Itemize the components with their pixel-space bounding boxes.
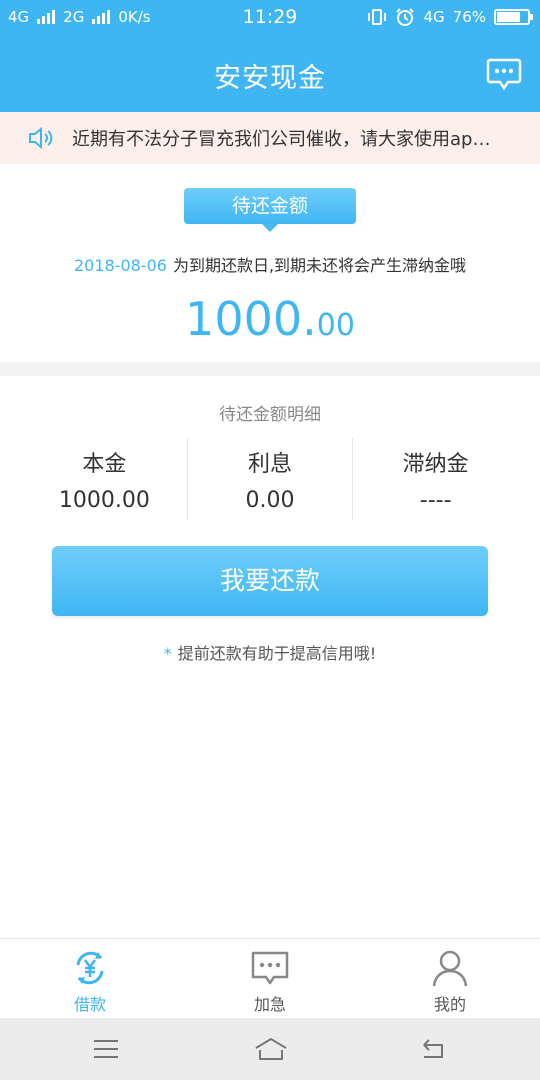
app-header: 安安现金 (0, 36, 540, 112)
due-line: 2018-08-06 为到期还款日,到期未还将会产生滞纳金哦 (0, 252, 540, 276)
detail-card: 待还金额明细 本金 1000.00 利息 0.00 滞纳金 ---- 我要还款 … (0, 376, 540, 938)
bottom-tab-bar: 借款 加急 我的 (0, 938, 540, 1018)
back-icon[interactable] (420, 1036, 448, 1062)
speaker-icon (29, 126, 53, 150)
repay-button[interactable]: 我要还款 (52, 546, 488, 616)
tab-mine[interactable]: 我的 (360, 939, 540, 1018)
loan-yen-icon (76, 951, 104, 985)
vibrate-icon (368, 9, 387, 25)
message-icon[interactable] (486, 56, 522, 92)
interest-value: 0.00 (245, 488, 295, 513)
tab-mine-label: 我的 (433, 995, 466, 1014)
due-date: 2018-08-06 (73, 256, 167, 275)
late-fee-value: ---- (419, 488, 452, 513)
battery-percent: 76% (452, 8, 486, 26)
due-amount: 1000.00 (0, 292, 540, 346)
network-label-3: 4G (423, 8, 445, 26)
repay-tip: * 提前还款有助于提高信用哦! (0, 640, 540, 664)
late-fee-label: 滞纳金 (402, 452, 469, 477)
person-icon (432, 950, 468, 987)
battery-fill (497, 12, 520, 22)
chat-bubble-icon (251, 951, 289, 985)
status-bar: 4G 2G 0K/s 11:29 4G 76% (0, 0, 540, 36)
interest-label: 利息 (248, 452, 293, 477)
tip-star: * (163, 644, 172, 663)
alarm-icon (396, 8, 415, 26)
interest-column: 利息 0.00 (186, 438, 353, 520)
amount-integer: 1000. (185, 292, 317, 346)
tip-text: 提前还款有助于提高信用哦! (177, 644, 377, 663)
detail-title: 待还金额明细 (219, 405, 321, 425)
menu-icon[interactable] (92, 1036, 120, 1062)
tab-loan[interactable]: 借款 (0, 939, 180, 1018)
due-message: 为到期还款日,到期未还将会产生滞纳金哦 (172, 256, 467, 275)
battery-icon (494, 9, 533, 25)
system-nav-bar (0, 1018, 540, 1080)
due-card: 待还金额 2018-08-06 为到期还款日,到期未还将会产生滞纳金哦 1000.… (0, 164, 540, 362)
notice-text: 近期有不法分子冒充我们公司催收，请大家使用ap… (72, 129, 491, 150)
tab-loan-label: 借款 (73, 995, 106, 1014)
tab-urgent-label: 加急 (253, 995, 286, 1014)
status-right: 4G 76% (367, 7, 533, 27)
page-title: 安安现金 (214, 63, 326, 94)
detail-columns: 本金 1000.00 利息 0.00 滞纳金 ---- (22, 438, 518, 520)
principal-column: 本金 1000.00 (22, 438, 187, 520)
due-amount-tag: 待还金额 (184, 188, 356, 232)
notice-bar[interactable]: 近期有不法分子冒充我们公司催收，请大家使用ap… (0, 112, 540, 164)
tab-urgent[interactable]: 加急 (180, 939, 360, 1018)
principal-label: 本金 (82, 452, 127, 477)
amount-decimal: 00 (316, 308, 355, 343)
late-fee-column: 滞纳金 ---- (352, 438, 518, 520)
home-icon[interactable] (254, 1036, 288, 1062)
principal-value: 1000.00 (58, 488, 150, 513)
